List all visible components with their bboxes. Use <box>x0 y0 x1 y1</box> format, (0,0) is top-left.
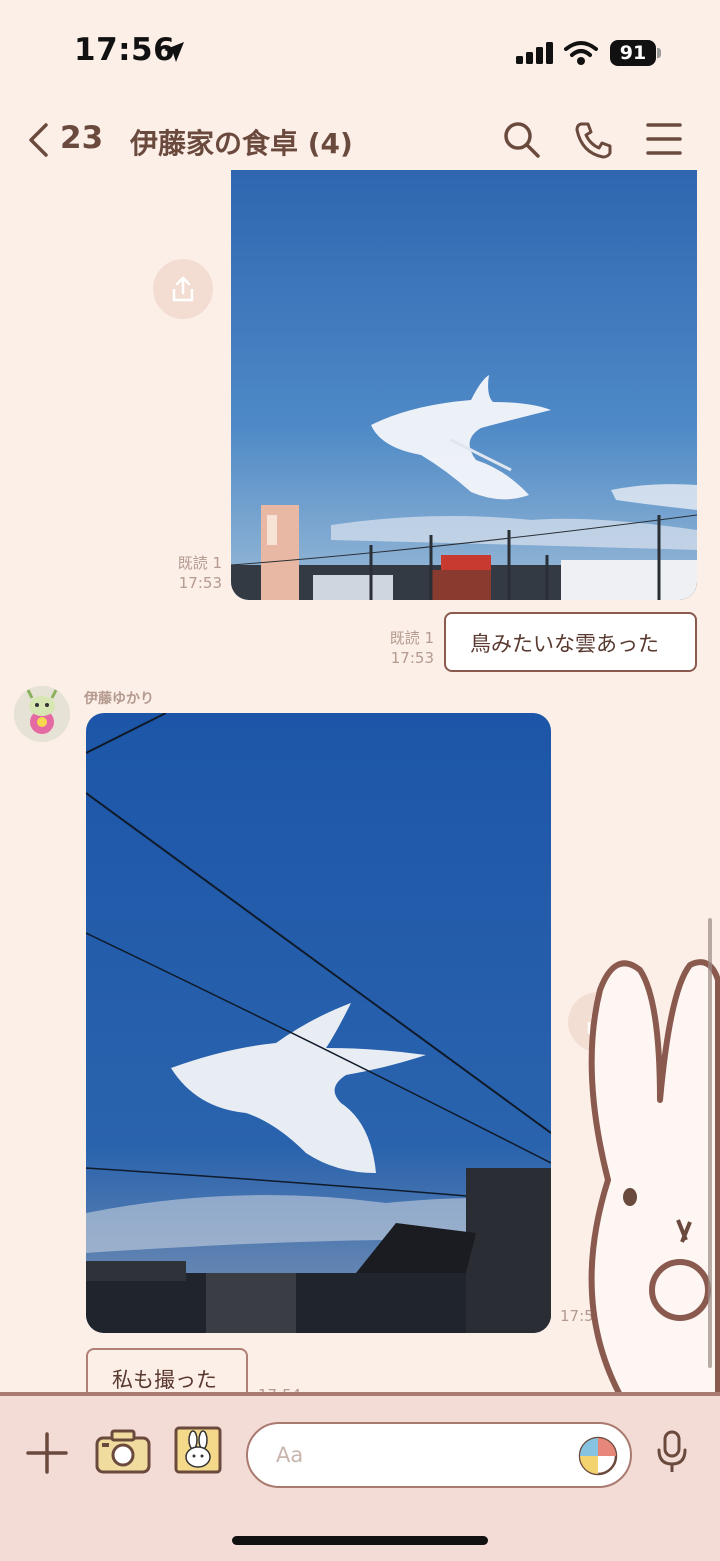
emoji-icon[interactable] <box>578 1436 618 1476</box>
chat-header: 23 伊藤家の食卓 (4) <box>0 100 720 180</box>
read-receipt: 既読 1 <box>389 629 434 647</box>
wifi-icon <box>564 41 598 65</box>
sender-name: 伊藤ゆかり <box>84 691 154 707</box>
avatar-image <box>14 686 70 742</box>
back-icon[interactable] <box>26 122 52 158</box>
back-unread-count[interactable]: 23 <box>60 120 103 156</box>
message-input[interactable] <box>246 1422 632 1488</box>
share-button-photo-1[interactable] <box>153 259 213 319</box>
status-time: 17:56 <box>74 32 176 68</box>
message-time: 17:53 <box>390 649 434 667</box>
menu-icon[interactable] <box>646 122 682 156</box>
call-icon[interactable] <box>574 120 614 160</box>
chat-title[interactable]: 伊藤家の食卓 (4) <box>130 122 353 162</box>
plus-icon[interactable] <box>26 1432 68 1474</box>
outgoing-text-bubble[interactable]: 鳥みたいな雲あった <box>444 612 697 672</box>
read-receipt: 既読 1 <box>177 554 222 572</box>
message-meta-2: 既読 1 17:53 <box>380 628 434 668</box>
message-input-bar <box>0 1392 720 1561</box>
photo-sky-bird-cloud <box>231 170 697 600</box>
search-icon[interactable] <box>502 120 542 160</box>
incoming-photo-message[interactable] <box>86 713 551 1333</box>
battery-indicator: 91 <box>610 40 656 66</box>
sticker-icon[interactable] <box>174 1426 222 1474</box>
message-meta-1: 既読 1 17:53 <box>170 553 222 593</box>
status-bar: 17:56 91 <box>0 0 720 100</box>
photo-sky-bird-cloud-2 <box>86 713 551 1333</box>
message-text-field[interactable] <box>276 1438 566 1472</box>
bunny-background-illustration <box>588 959 720 1395</box>
camera-icon[interactable] <box>94 1428 152 1476</box>
share-icon <box>172 276 194 302</box>
mic-icon[interactable] <box>656 1430 688 1474</box>
message-time: 17:53 <box>178 574 222 592</box>
outgoing-photo-message[interactable] <box>231 170 697 600</box>
sender-avatar[interactable] <box>14 686 70 742</box>
location-arrow-icon <box>164 42 184 62</box>
signal-icon <box>516 42 553 64</box>
battery-tip <box>657 48 661 58</box>
scroll-indicator[interactable] <box>708 918 712 1368</box>
home-indicator[interactable] <box>232 1536 488 1545</box>
